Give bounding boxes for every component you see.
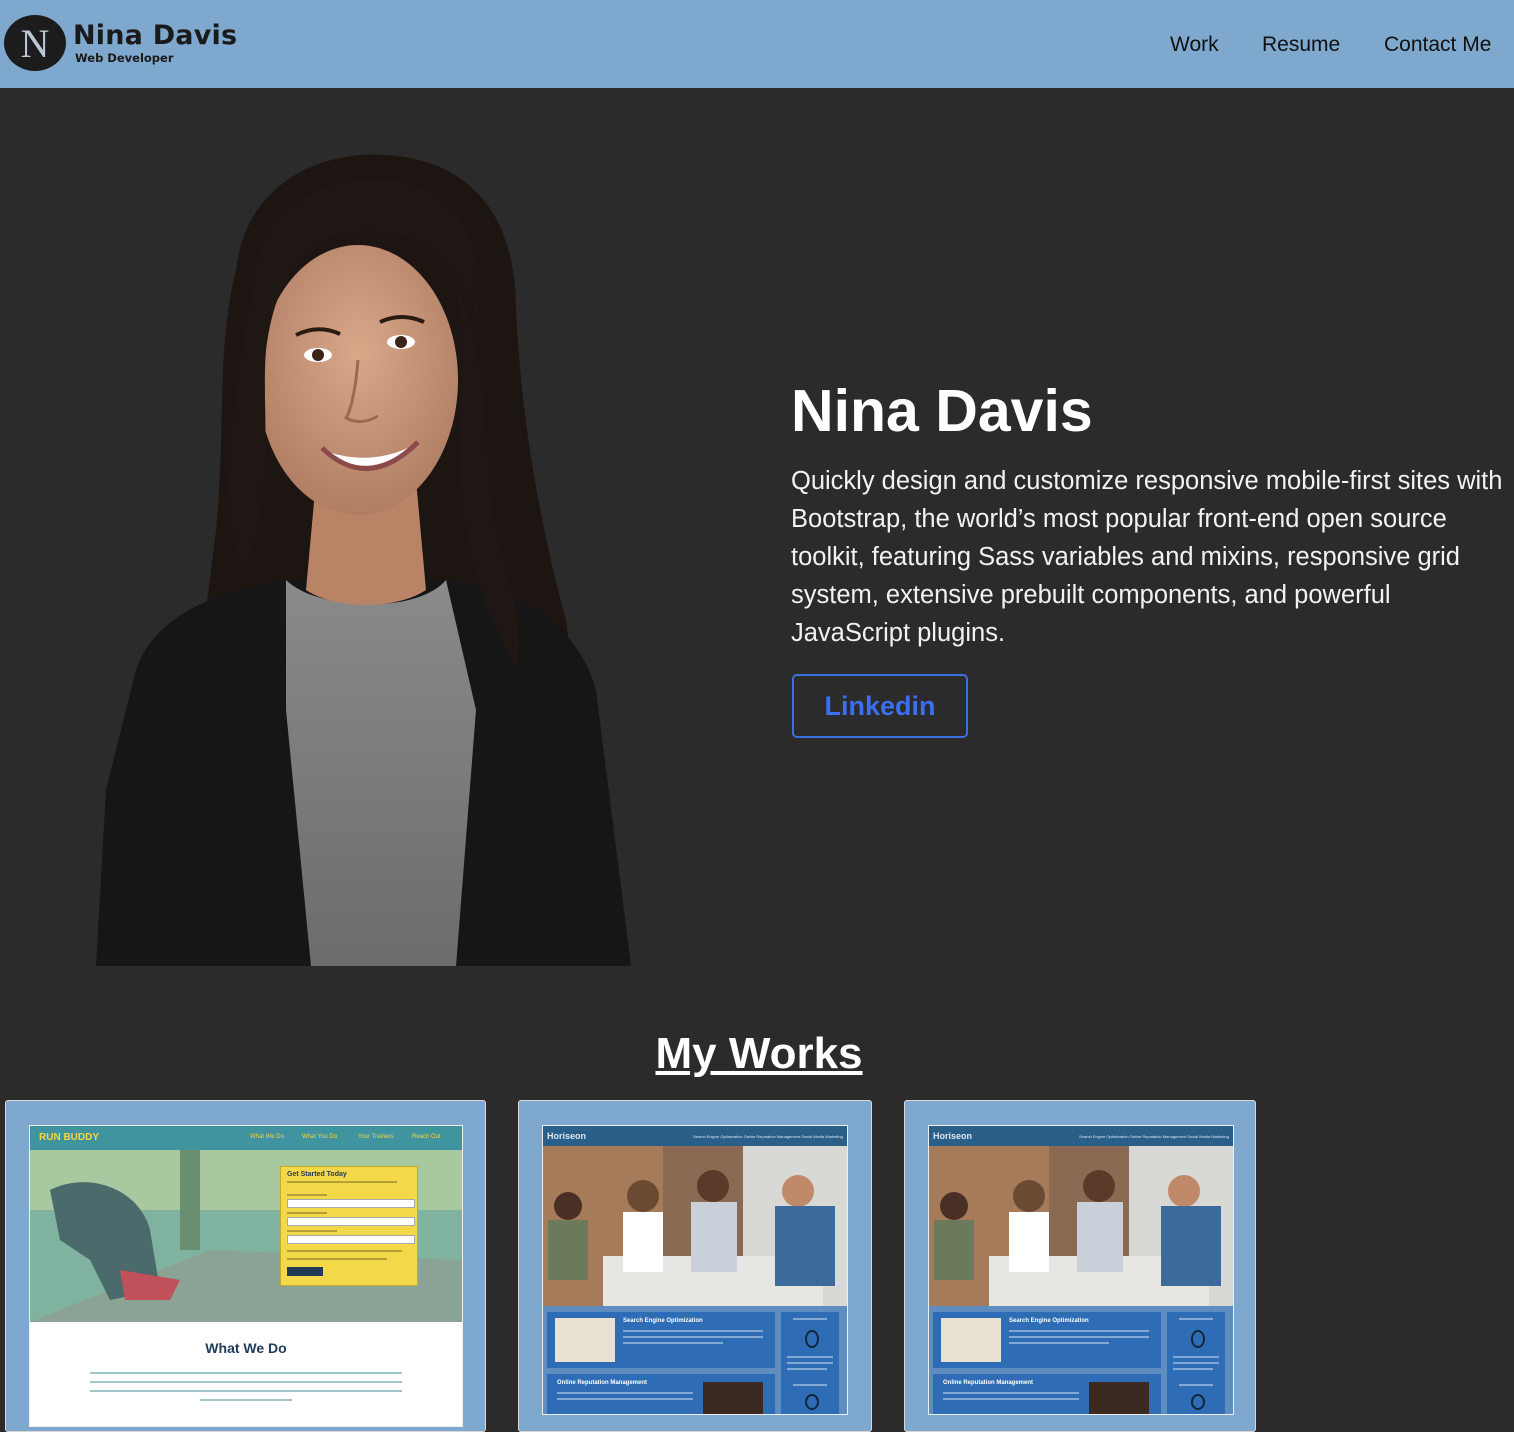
h-nav: Search Engine Optimization Online Reputa…	[693, 1134, 843, 1139]
project-card-horiseon-2[interactable]: Horiseon Search Engine Optimization Onli…	[904, 1100, 1256, 1432]
nav-link-contact[interactable]: Contact Me	[1384, 33, 1491, 57]
profile-photo	[96, 150, 636, 966]
h-block-title: Search Engine Optimization	[1009, 1318, 1089, 1324]
h-text-line	[1173, 1356, 1219, 1358]
hero-description: Quickly design and customize responsive …	[791, 467, 1503, 647]
h-text-line	[1173, 1368, 1213, 1370]
rb-signup-form: Get Started Today	[280, 1166, 418, 1286]
project-screenshot: Horiseon Search Engine Optimization Onli…	[928, 1125, 1234, 1415]
h-text-line	[787, 1368, 827, 1370]
rb-body: What We Do	[30, 1322, 462, 1426]
h-content: Search Engine Optimization Online Reputa…	[929, 1306, 1233, 1414]
brand-name[interactable]: Nina Davis	[73, 22, 237, 49]
rb-nav-item: What You Do	[302, 1134, 338, 1140]
h-block: Search Engine Optimization	[547, 1312, 775, 1368]
rb-nav-item: Your Trainers	[358, 1134, 394, 1140]
rb-input	[287, 1217, 415, 1226]
h-lightbulb-icon	[1191, 1330, 1205, 1348]
navbar: N Nina Davis Web Developer Work Resume C…	[0, 0, 1514, 88]
logo-letter: N	[20, 21, 50, 66]
h-block-image	[555, 1318, 615, 1362]
works-title: My Works	[655, 1029, 863, 1078]
h-block-title: Search Engine Optimization	[623, 1318, 703, 1324]
h-lightbulb-icon	[805, 1330, 819, 1348]
h-text-line	[623, 1342, 723, 1344]
h-block-image	[703, 1382, 763, 1414]
project-screenshot: RUN BUDDY What We Do What You Do Your Tr…	[29, 1125, 463, 1427]
h-block: Search Engine Optimization	[933, 1312, 1161, 1368]
h-text-line	[1009, 1336, 1149, 1338]
rb-text-line	[287, 1194, 327, 1196]
rb-text-line	[287, 1250, 402, 1252]
h-text-line	[623, 1336, 763, 1338]
brand-subtitle: Web Developer	[75, 51, 174, 65]
project-card-horiseon[interactable]: Horiseon Search Engine Optimization Onli…	[518, 1100, 872, 1432]
h-sidebar	[781, 1312, 839, 1414]
rb-text-line	[287, 1230, 337, 1232]
h-text-line	[787, 1362, 833, 1364]
rb-nav-item: What We Do	[250, 1134, 284, 1140]
h-text-line	[943, 1392, 1079, 1394]
rb-logo: RUN BUDDY	[39, 1132, 99, 1143]
h-text-line	[557, 1392, 693, 1394]
h-text-line	[793, 1318, 827, 1320]
h-broadcast-icon	[805, 1394, 819, 1410]
project-card-run-buddy[interactable]: RUN BUDDY What We Do What You Do Your Tr…	[5, 1100, 486, 1432]
rb-submit-button	[287, 1267, 323, 1276]
h-block: Online Reputation Management	[547, 1374, 775, 1414]
h-text-line	[557, 1398, 693, 1400]
h-sidebar	[1167, 1312, 1225, 1414]
project-screenshot: Horiseon Search Engine Optimization Onli…	[542, 1125, 848, 1415]
logo-icon[interactable]: N	[4, 15, 66, 71]
h-block-image	[1089, 1382, 1149, 1414]
rb-input	[287, 1199, 415, 1208]
rb-hero-image: Get Started Today	[30, 1150, 462, 1322]
h-header: Horiseon Search Engine Optimization Onli…	[929, 1126, 1233, 1146]
h-text-line	[623, 1330, 763, 1332]
h-text-line	[1179, 1318, 1213, 1320]
h-text-line	[1173, 1362, 1219, 1364]
h-hero-image	[543, 1146, 847, 1306]
h-hero-image	[929, 1146, 1233, 1306]
h-broadcast-icon	[1191, 1394, 1205, 1410]
h-block-image	[941, 1318, 1001, 1362]
h-text-line	[1009, 1330, 1149, 1332]
h-block: Online Reputation Management	[933, 1374, 1161, 1414]
h-text-line	[793, 1384, 827, 1386]
rb-form-title: Get Started Today	[287, 1171, 347, 1178]
rb-text-line	[287, 1212, 327, 1214]
h-logo: Horiseon	[933, 1131, 973, 1141]
rb-header: RUN BUDDY What We Do What You Do Your Tr…	[30, 1126, 462, 1150]
h-block-title: Online Reputation Management	[943, 1380, 1034, 1386]
rb-section-title: What We Do	[205, 1340, 287, 1356]
nav-link-resume[interactable]: Resume	[1262, 33, 1340, 57]
h-block-title: Online Reputation Management	[557, 1380, 648, 1386]
h-nav: Search Engine Optimization Online Reputa…	[1079, 1134, 1229, 1139]
rb-text-line	[287, 1258, 387, 1260]
linkedin-button[interactable]: Linkedin	[792, 674, 968, 738]
h-logo: Horiseon	[547, 1131, 587, 1141]
rb-nav-item: Reach Out	[412, 1134, 441, 1140]
rb-input	[287, 1235, 415, 1244]
h-header: Horiseon Search Engine Optimization Onli…	[543, 1126, 847, 1146]
h-text-line	[943, 1398, 1079, 1400]
h-text-line	[1009, 1342, 1109, 1344]
rb-text-line	[287, 1181, 397, 1183]
h-text-line	[1179, 1384, 1213, 1386]
nav-link-work[interactable]: Work	[1170, 33, 1219, 57]
h-text-line	[787, 1356, 833, 1358]
hero-title: Nina Davis	[791, 378, 1093, 444]
h-content: Search Engine Optimization Online Reputa…	[543, 1306, 847, 1414]
